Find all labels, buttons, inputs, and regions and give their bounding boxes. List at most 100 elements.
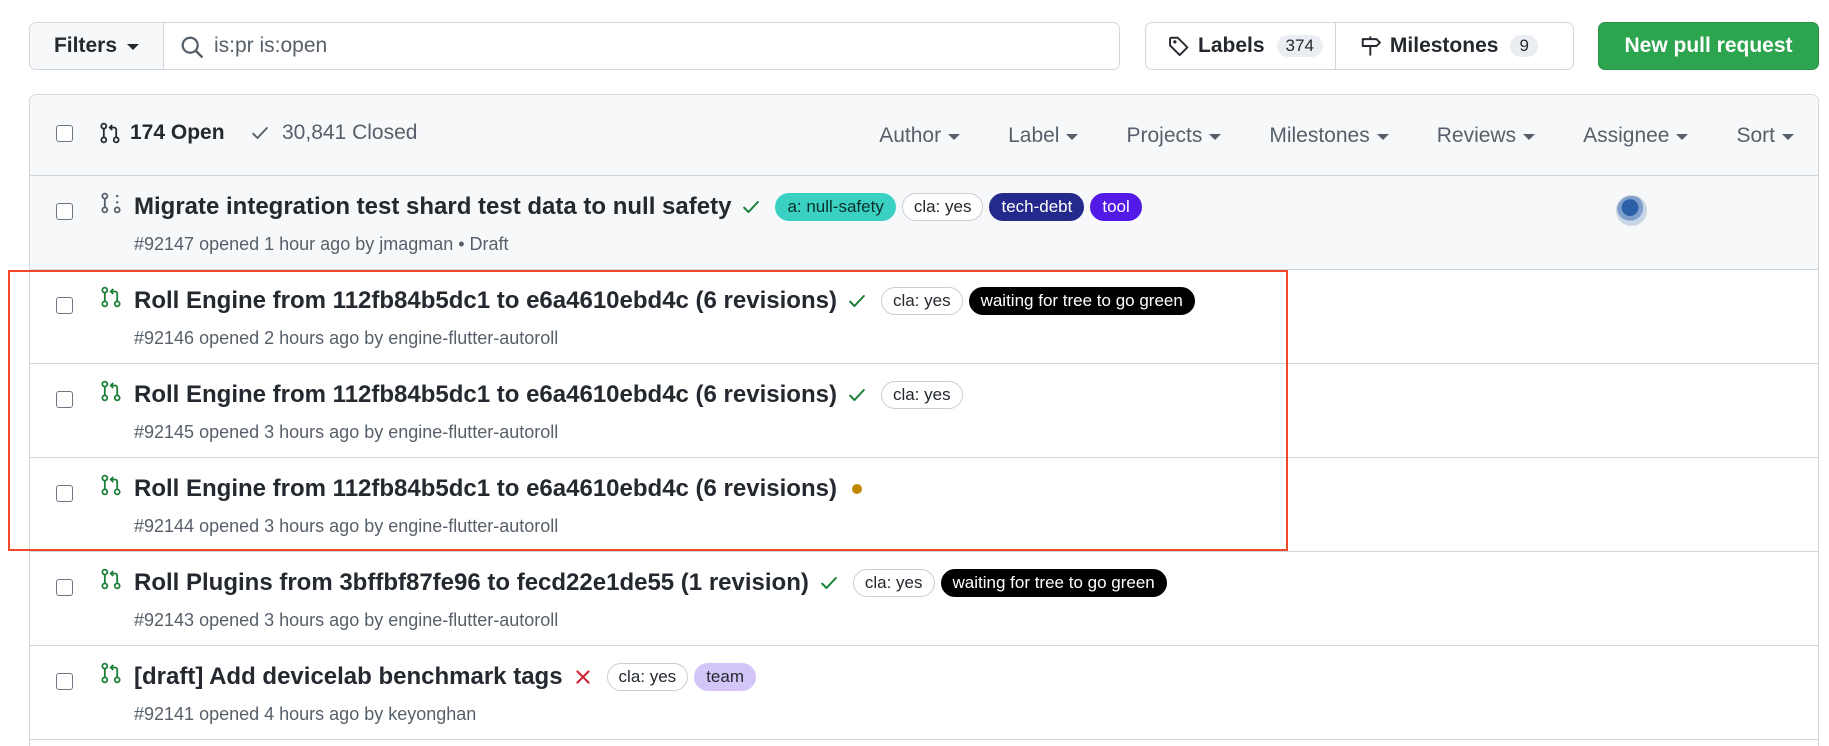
chevron-down-icon	[127, 44, 140, 50]
menu-label: Author	[879, 123, 942, 147]
search-input[interactable]	[164, 23, 1119, 69]
open-pull-request-icon	[100, 286, 122, 313]
check-icon	[252, 127, 268, 139]
row-checkbox[interactable]	[56, 203, 73, 220]
menu-label: Label	[1008, 123, 1060, 147]
row-checkbox[interactable]	[56, 391, 73, 408]
failure-x-icon[interactable]	[573, 667, 593, 687]
labels-button[interactable]: Labels 374	[1146, 23, 1335, 69]
pull-request-row: Migrate integration test shard test data…	[30, 176, 1818, 270]
open-pull-request-icon	[100, 662, 122, 689]
row-title-line: Roll Engine from 112fb84b5dc1 to e6a4610…	[134, 287, 1195, 315]
labels-milestones-group: Labels 374 Milestones 9	[1145, 22, 1574, 70]
issue-label[interactable]: cla: yes	[852, 569, 935, 597]
author-menu[interactable]: Author	[855, 124, 984, 148]
toolbar: Filters Labels 374	[29, 22, 1819, 70]
draft-pull-request-icon	[100, 192, 122, 219]
issue-label[interactable]: tool	[1090, 193, 1142, 221]
new-pull-request-button[interactable]: New pull request	[1598, 22, 1819, 70]
issue-label[interactable]: team	[694, 663, 756, 691]
search-icon	[181, 36, 203, 58]
assignee-menu[interactable]: Assignee	[1559, 124, 1712, 148]
menu-label: Milestones	[1269, 123, 1370, 147]
open-count-label: 174 Open	[130, 121, 225, 144]
menu-label: Sort	[1736, 123, 1775, 147]
row-title-line: Roll Engine from 112fb84b5dc1 to e6a4610…	[134, 475, 867, 503]
filter-group: Filters	[29, 22, 1120, 70]
labels-count: 374	[1276, 35, 1323, 57]
open-pull-request-icon	[100, 380, 122, 407]
pull-request-title-link[interactable]: Roll Plugins from 3bffbf87fe96 to fecd22…	[134, 569, 809, 597]
check-success-icon[interactable]	[847, 385, 867, 405]
projects-menu[interactable]: Projects	[1102, 124, 1245, 148]
milestone-icon	[1361, 36, 1381, 56]
label-menu[interactable]: Label	[984, 124, 1102, 148]
pull-request-title-link[interactable]: Roll Engine from 112fb84b5dc1 to e6a4610…	[134, 381, 837, 409]
pull-request-title-link[interactable]: Roll Engine from 112fb84b5dc1 to e6a4610…	[134, 475, 837, 503]
search-box	[164, 23, 1119, 69]
menu-label: Reviews	[1436, 123, 1517, 147]
row-checkbox[interactable]	[56, 485, 73, 502]
assignee-avatar[interactable]	[1616, 195, 1647, 226]
issue-label[interactable]: waiting for tree to go green	[940, 569, 1167, 597]
pull-request-row: [draft] Add devicelab benchmark tags cla:…	[30, 646, 1818, 740]
open-pull-request-icon	[100, 568, 122, 595]
open-pull-request-icon	[100, 474, 122, 501]
menu-label: Assignee	[1583, 123, 1670, 147]
issue-label[interactable]: cla: yes	[880, 287, 963, 315]
list-header: 174 Open 30,841 Closed Author Label Proj…	[30, 95, 1818, 176]
closed-filter-link[interactable]: 30,841 Closed	[250, 121, 417, 145]
pull-request-title-link[interactable]: [draft] Add devicelab benchmark tags	[134, 663, 563, 691]
sort-menu[interactable]: Sort	[1712, 124, 1818, 148]
row-checkbox[interactable]	[56, 579, 73, 596]
tag-icon	[1169, 36, 1189, 57]
check-success-icon[interactable]	[819, 573, 839, 593]
open-filter-link[interactable]: 174 Open	[99, 121, 225, 145]
pull-request-row: Roll Engine from 112fb84b5dc1 to e6a4610…	[30, 364, 1818, 458]
row-checkbox[interactable]	[56, 297, 73, 314]
row-meta-text: #92141 opened 4 hours ago by keyonghan	[134, 704, 477, 724]
filters-label: Filters	[53, 34, 118, 57]
chevron-down-icon	[948, 133, 961, 140]
row-meta-text: #92147 opened 1 hour ago by jmagman • Dr…	[134, 234, 509, 254]
filter-menus: Author Label Projects Milestones Reviews…	[855, 95, 1818, 176]
row-title-line: [draft] Add devicelab benchmark tags cla:…	[134, 663, 756, 691]
chevron-down-icon	[1782, 133, 1794, 140]
milestones-label: Milestones	[1389, 34, 1499, 57]
issue-label[interactable]: waiting for tree to go green	[968, 287, 1195, 315]
reviews-menu[interactable]: Reviews	[1413, 124, 1559, 148]
chevron-down-icon	[1209, 133, 1222, 140]
milestones-menu[interactable]: Milestones	[1245, 124, 1412, 148]
row-meta-text: #92143 opened 3 hours ago by engine-flut…	[134, 610, 559, 630]
menu-label: Projects	[1126, 123, 1203, 147]
issue-label[interactable]: cla: yes	[901, 193, 984, 221]
row-checkbox[interactable]	[56, 673, 73, 690]
row-title-line: Migrate integration test shard test data…	[134, 193, 1142, 221]
select-all-checkbox[interactable]	[56, 125, 73, 142]
pull-request-row: Roll Plugins from 3bffbf87fe96 to fecd22…	[30, 552, 1818, 646]
check-success-icon[interactable]	[741, 197, 761, 217]
issue-label[interactable]: cla: yes	[606, 663, 689, 691]
check-success-icon[interactable]	[847, 291, 867, 311]
milestones-count: 9	[1510, 35, 1538, 57]
pull-request-icon	[100, 122, 120, 144]
issue-label[interactable]: a: null-safety	[775, 193, 896, 221]
milestones-button[interactable]: Milestones 9	[1334, 23, 1550, 69]
issue-label[interactable]: cla: yes	[880, 381, 963, 409]
pull-request-rows: Migrate integration test shard test data…	[30, 176, 1818, 740]
pull-request-title-link[interactable]: Migrate integration test shard test data…	[134, 193, 731, 221]
row-meta-text: #92145 opened 3 hours ago by engine-flut…	[134, 422, 559, 442]
chevron-down-icon	[1676, 133, 1689, 140]
pull-requests-page: Filters Labels 374	[0, 0, 1829, 746]
pull-request-title-link[interactable]: Roll Engine from 112fb84b5dc1 to e6a4610…	[134, 287, 837, 315]
pull-request-list: 174 Open 30,841 Closed Author Label Proj…	[29, 94, 1819, 746]
chevron-down-icon	[1066, 133, 1079, 140]
chevron-down-icon	[1523, 133, 1536, 140]
filters-button[interactable]: Filters	[30, 23, 164, 69]
closed-count-label: 30,841 Closed	[282, 121, 418, 144]
pull-request-row: Roll Engine from 112fb84b5dc1 to e6a4610…	[30, 270, 1818, 364]
chevron-down-icon	[1376, 133, 1389, 140]
issue-label[interactable]: tech-debt	[989, 193, 1085, 221]
pending-dot-icon[interactable]	[847, 479, 867, 499]
row-title-line: Roll Engine from 112fb84b5dc1 to e6a4610…	[134, 381, 963, 409]
